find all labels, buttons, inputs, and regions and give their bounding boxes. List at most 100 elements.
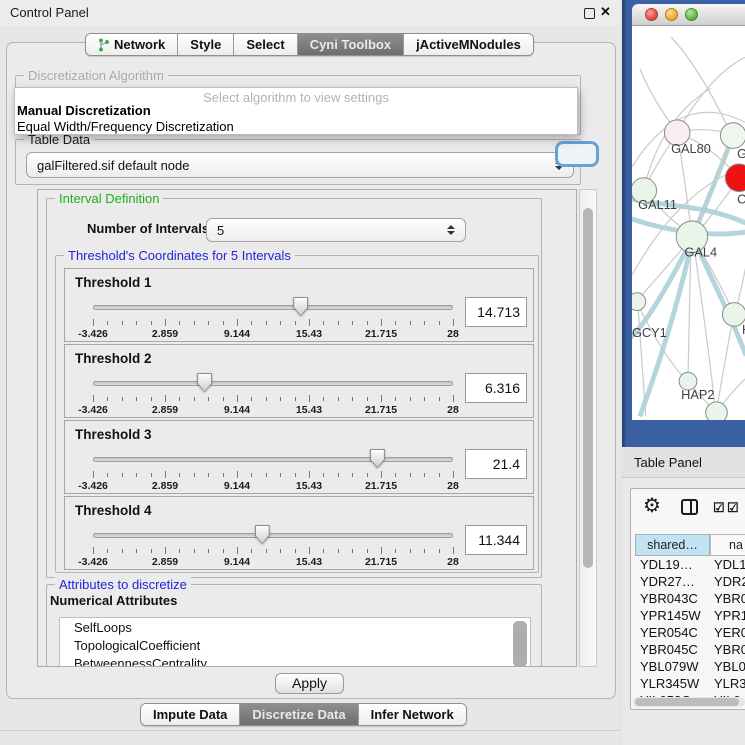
checkbox-checked-icon[interactable]: ☑	[727, 500, 739, 516]
table-row[interactable]: YLR345WYLR3	[635, 676, 745, 693]
algorithm-combobox[interactable]	[555, 141, 599, 167]
network-node-label: HAP2	[681, 387, 714, 402]
vertical-scrollbar-thumb[interactable]	[583, 208, 593, 568]
interval-definition-title: Interval Definition	[55, 191, 163, 206]
apply-button[interactable]: Apply	[275, 673, 344, 694]
tab-discretize-data[interactable]: Discretize Data	[240, 704, 358, 725]
tab-impute-data[interactable]: Impute Data	[141, 704, 240, 725]
slider-thumb[interactable]	[293, 297, 308, 316]
slider-tick	[194, 549, 195, 553]
threshold-row: Threshold 1 -3.4262.8599.14415.4321.7152…	[64, 268, 534, 342]
algorithm-option-equal-width[interactable]: Equal Width/Frequency Discretization	[17, 119, 234, 134]
close-icon[interactable]: ✕	[600, 4, 611, 20]
cell-name[interactable]: YER0	[711, 625, 745, 642]
slider-tick	[251, 397, 252, 401]
algorithm-option-manual[interactable]: Manual Discretization	[17, 103, 151, 118]
attribute-list-item[interactable]: TopologicalCoefficient	[60, 636, 530, 654]
threshold-value-field[interactable]: 21.4	[465, 449, 527, 479]
table-row[interactable]: YBR045CYBR0	[635, 642, 745, 659]
attribute-list-item[interactable]: SelfLoops	[60, 618, 530, 636]
list-scrollbar-thumb[interactable]	[513, 621, 527, 667]
slider-track[interactable]	[93, 457, 453, 462]
number-of-intervals-label: Number of Intervals	[87, 221, 209, 236]
tab-network[interactable]: Network	[86, 34, 178, 55]
attribute-list-item[interactable]: BetweennessCentrality	[60, 654, 530, 667]
table-row[interactable]: YDL19…YDL1	[635, 557, 745, 574]
threshold-value-field[interactable]: 11.344	[465, 525, 527, 555]
minimize-traffic-light-icon[interactable]	[665, 8, 678, 21]
network-node[interactable]	[632, 293, 646, 311]
slider-tick-label: 2.859	[152, 328, 178, 340]
column-header-shared-name[interactable]: shared…	[635, 534, 710, 556]
cell-shared-name[interactable]: YDL19…	[635, 557, 711, 574]
tab-infer-network[interactable]: Infer Network	[359, 704, 466, 725]
float-window-icon[interactable]	[584, 8, 595, 19]
cell-name[interactable]: YDL1	[711, 557, 745, 574]
column-header-name[interactable]: na	[710, 534, 745, 556]
table-row[interactable]: YER054CYER0	[635, 625, 745, 642]
slider-track[interactable]	[93, 305, 453, 310]
network-node[interactable]	[720, 123, 745, 149]
threshold-value-field[interactable]: 14.713	[465, 297, 527, 327]
tab-select[interactable]: Select	[234, 34, 297, 55]
cell-name[interactable]: YBR0	[711, 642, 745, 659]
slider-tick	[251, 549, 252, 553]
tab-cyni-toolbox[interactable]: Cyni Toolbox	[298, 34, 404, 55]
slider-tick	[194, 321, 195, 325]
network-node[interactable]	[706, 402, 728, 420]
slider-tick	[208, 397, 209, 401]
cell-name[interactable]: YBR0	[711, 591, 745, 608]
network-node[interactable]	[725, 164, 745, 192]
slider-thumb[interactable]	[255, 525, 270, 544]
numerical-attributes-list[interactable]: SelfLoopsTopologicalCoefficientBetweenne…	[59, 617, 531, 667]
zoom-traffic-light-icon[interactable]	[685, 8, 698, 21]
table-row[interactable]: YBL079WYBL0	[635, 659, 745, 676]
slider-tick	[410, 397, 411, 401]
cell-name[interactable]: YPR1	[711, 608, 745, 625]
table-panel: Table Panel ⚙ ☑ ☑ shared… na YDL19…YDL1Y…	[622, 447, 745, 745]
table-row[interactable]: YDR27…YDR2	[635, 574, 745, 591]
slider-tick	[424, 321, 425, 325]
cell-shared-name[interactable]: YER054C	[635, 625, 711, 642]
tab-style[interactable]: Style	[178, 34, 234, 55]
cell-name[interactable]: YBL0	[711, 659, 745, 676]
slider-tick	[136, 473, 137, 477]
cell-name[interactable]: YDR2	[711, 574, 745, 591]
cell-shared-name[interactable]: YBL079W	[635, 659, 711, 676]
slider-tick	[93, 319, 94, 326]
cell-shared-name[interactable]: YPR145W	[635, 608, 711, 625]
cell-shared-name[interactable]: YDR27…	[635, 574, 711, 591]
slider-tick	[251, 473, 252, 477]
network-node-label: GAL80	[671, 141, 711, 156]
cell-shared-name[interactable]: YBR043C	[635, 591, 711, 608]
tab-jactivemnodules[interactable]: jActiveMNodules	[404, 34, 533, 55]
vertical-scrollbar[interactable]	[579, 189, 597, 667]
cell-shared-name[interactable]: YBR045C	[635, 642, 711, 659]
slider-tick	[151, 549, 152, 553]
gear-icon[interactable]: ⚙	[643, 493, 661, 518]
network-canvas[interactable]: GAL80GAGAL11CGAL4GCY1HHAP2	[632, 26, 745, 420]
attributes-group-title: Attributes to discretize	[55, 577, 191, 592]
slider-track[interactable]	[93, 533, 453, 538]
table-row[interactable]: YBR043CYBR0	[635, 591, 745, 608]
table-data-combobox[interactable]: galFiltered.sif default node	[26, 152, 574, 178]
cell-name[interactable]: YLR3	[711, 676, 745, 693]
close-traffic-light-icon[interactable]	[645, 8, 658, 21]
network-window-titlebar[interactable]	[632, 4, 745, 26]
slider-tick	[165, 471, 166, 478]
slider-tick	[237, 319, 238, 326]
checkbox-checked-icon[interactable]: ☑	[713, 500, 725, 516]
slider-thumb[interactable]	[197, 373, 212, 392]
number-of-intervals-combobox[interactable]: 5	[206, 218, 466, 242]
slider-thumb[interactable]	[370, 449, 385, 468]
network-edge[interactable]	[717, 316, 734, 410]
slider-tick	[295, 321, 296, 325]
threshold-value-field[interactable]: 6.316	[465, 373, 527, 403]
cell-shared-name[interactable]: YLR345W	[635, 676, 711, 693]
horizontal-scrollbar-thumb[interactable]	[635, 698, 739, 706]
slider-tick	[151, 321, 152, 325]
columns-icon[interactable]	[681, 499, 698, 515]
horizontal-scrollbar[interactable]	[633, 697, 745, 707]
table-row[interactable]: YPR145WYPR1	[635, 608, 745, 625]
slider-track[interactable]	[93, 381, 453, 386]
